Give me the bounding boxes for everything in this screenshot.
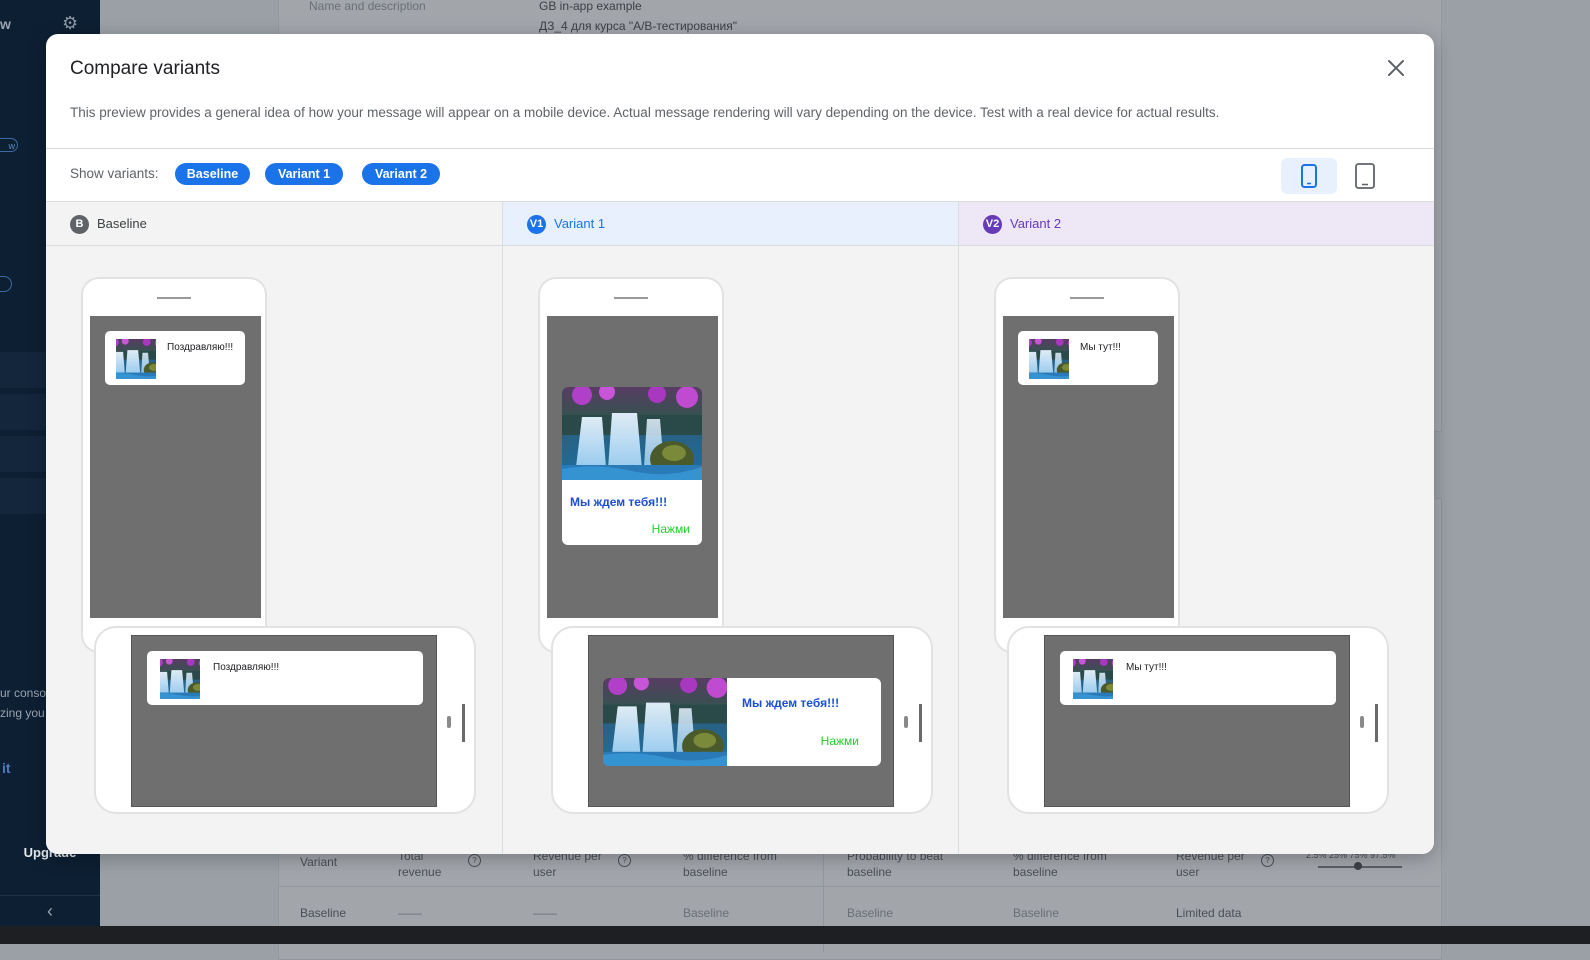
banner-message: Поздравляю!!! (147, 651, 423, 705)
table-divider (278, 886, 1440, 887)
column-title: Variant 1 (554, 216, 606, 231)
variant-columns: B Baseline Поздравляю!!! Поздравляю!!! V… (46, 201, 1434, 854)
banner-text: Поздравляю!!! (213, 662, 280, 673)
phone-button (462, 704, 465, 742)
chip-baseline[interactable]: Baseline (175, 163, 250, 185)
phone-icon (1301, 164, 1317, 188)
phone-screen: Мы тут!!! (1003, 316, 1174, 618)
help-icon[interactable]: ? (1261, 854, 1274, 867)
phone-landscape-preview: Мы ждем тебя!!! Нажми (551, 626, 933, 814)
sidebar-promo-text: zing you (0, 706, 45, 720)
card-action-button[interactable]: Нажми (652, 522, 690, 536)
phone-speaker (614, 297, 648, 299)
phone-screen: Поздравляю!!! (131, 635, 437, 807)
phone-button (1360, 716, 1364, 728)
phone-portrait-preview: Мы тут!!! (994, 277, 1180, 653)
table-cell: —— (398, 906, 422, 920)
banner-image (1029, 339, 1069, 379)
banner-message: Мы тут!!! (1018, 331, 1158, 385)
phone-screen: Мы тут!!! (1044, 635, 1350, 807)
variant-badge: V1 (527, 215, 546, 234)
experiment-name: GB in-app example (539, 0, 642, 13)
banner-text: Поздравляю!!! (167, 342, 234, 353)
phone-button (447, 716, 451, 728)
phone-landscape-preview: Мы тут!!! (1007, 626, 1389, 814)
sidebar-promo-link[interactable]: it (2, 760, 11, 776)
column-baseline: B Baseline Поздравляю!!! Поздравляю!!! (46, 201, 502, 854)
banner-message: Мы тут!!! (1060, 651, 1336, 705)
chip-variant-1[interactable]: Variant 1 (265, 163, 343, 185)
phone-speaker (1070, 297, 1104, 299)
banner-image (1073, 659, 1113, 699)
banner-image (160, 659, 200, 699)
variant-badge: B (70, 215, 89, 234)
field-label: Name and description (309, 0, 426, 13)
column-title: Baseline (97, 216, 147, 231)
taskbar (0, 926, 1590, 944)
phone-landscape-preview: Поздравляю!!! (94, 626, 476, 814)
card-image (603, 678, 727, 766)
collapse-sidebar-icon[interactable]: ‹ (0, 895, 100, 926)
phone-screen: Поздравляю!!! (90, 316, 261, 618)
table-cell: Baseline (847, 906, 894, 920)
sidebar-text-fragment: w (0, 16, 11, 32)
table-header: Variant (300, 855, 338, 869)
column-header: B Baseline (46, 201, 502, 246)
help-icon[interactable]: ? (468, 854, 481, 867)
dialog-title: Compare variants (70, 58, 220, 79)
phone-button (904, 716, 908, 728)
variant-filter-bar: Show variants: Baseline Variant 1 Varian… (46, 149, 1434, 201)
gear-icon[interactable]: ⚙ (62, 14, 80, 32)
phone-button (1375, 704, 1378, 742)
banner-text: Мы тут!!! (1080, 342, 1121, 353)
chip-variant-2[interactable]: Variant 2 (362, 163, 440, 185)
phone-screen: Мы ждем тебя!!! Нажми (547, 316, 718, 618)
sidebar-pill: w (0, 138, 18, 152)
close-icon (1388, 60, 1404, 76)
table-cell: —— (533, 906, 557, 920)
card-message: Мы ждем тебя!!! Нажми (562, 387, 702, 545)
column-header: V2 Variant 2 (959, 201, 1434, 246)
card-title: Мы ждем тебя!!! (570, 495, 668, 509)
close-button[interactable] (1382, 54, 1410, 82)
compare-variants-dialog: Compare variants This preview provides a… (46, 34, 1434, 854)
phone-button (919, 704, 922, 742)
variant-badge: V2 (983, 215, 1002, 234)
phone-speaker (157, 297, 191, 299)
card-message: Мы ждем тебя!!! Нажми (603, 678, 881, 766)
column-title: Variant 2 (1010, 216, 1062, 231)
sidebar-promo-text: ur conso (0, 686, 47, 700)
column-variant-1: V1 Variant 1 Мы ждем тебя!!! Нажми Мы жд… (503, 201, 958, 854)
phone-portrait-preview: Поздравляю!!! (81, 277, 267, 653)
table-cell: Baseline (300, 906, 347, 920)
column-header: V1 Variant 1 (503, 201, 958, 246)
help-icon[interactable]: ? (618, 854, 631, 867)
dialog-description: This preview provides a general idea of … (70, 105, 1220, 120)
sidebar-pill (0, 276, 12, 292)
card-title: Мы ждем тебя!!! (742, 696, 840, 710)
banner-image (116, 339, 156, 379)
phone-view-button[interactable] (1281, 158, 1337, 194)
tablet-view-button[interactable] (1337, 158, 1393, 194)
banner-message: Поздравляю!!! (105, 331, 245, 385)
phone-portrait-preview: Мы ждем тебя!!! Нажми (538, 277, 724, 653)
experiment-description: ДЗ_4 для курса "A/B-тестирования" (539, 19, 738, 33)
tablet-icon (1355, 163, 1375, 189)
show-variants-label: Show variants: (70, 166, 159, 181)
interval-slider-knob (1354, 862, 1362, 870)
table-cell: Limited data (1176, 906, 1242, 920)
card-image (562, 387, 702, 480)
card-action-button[interactable]: Нажми (821, 734, 859, 748)
table-cell: Baseline (1013, 906, 1060, 920)
banner-text: Мы тут!!! (1126, 662, 1167, 673)
table-cell: Baseline (683, 906, 730, 920)
column-variant-2: V2 Variant 2 Мы тут!!! Мы тут!!! (959, 201, 1434, 854)
phone-screen: Мы ждем тебя!!! Нажми (588, 635, 894, 807)
